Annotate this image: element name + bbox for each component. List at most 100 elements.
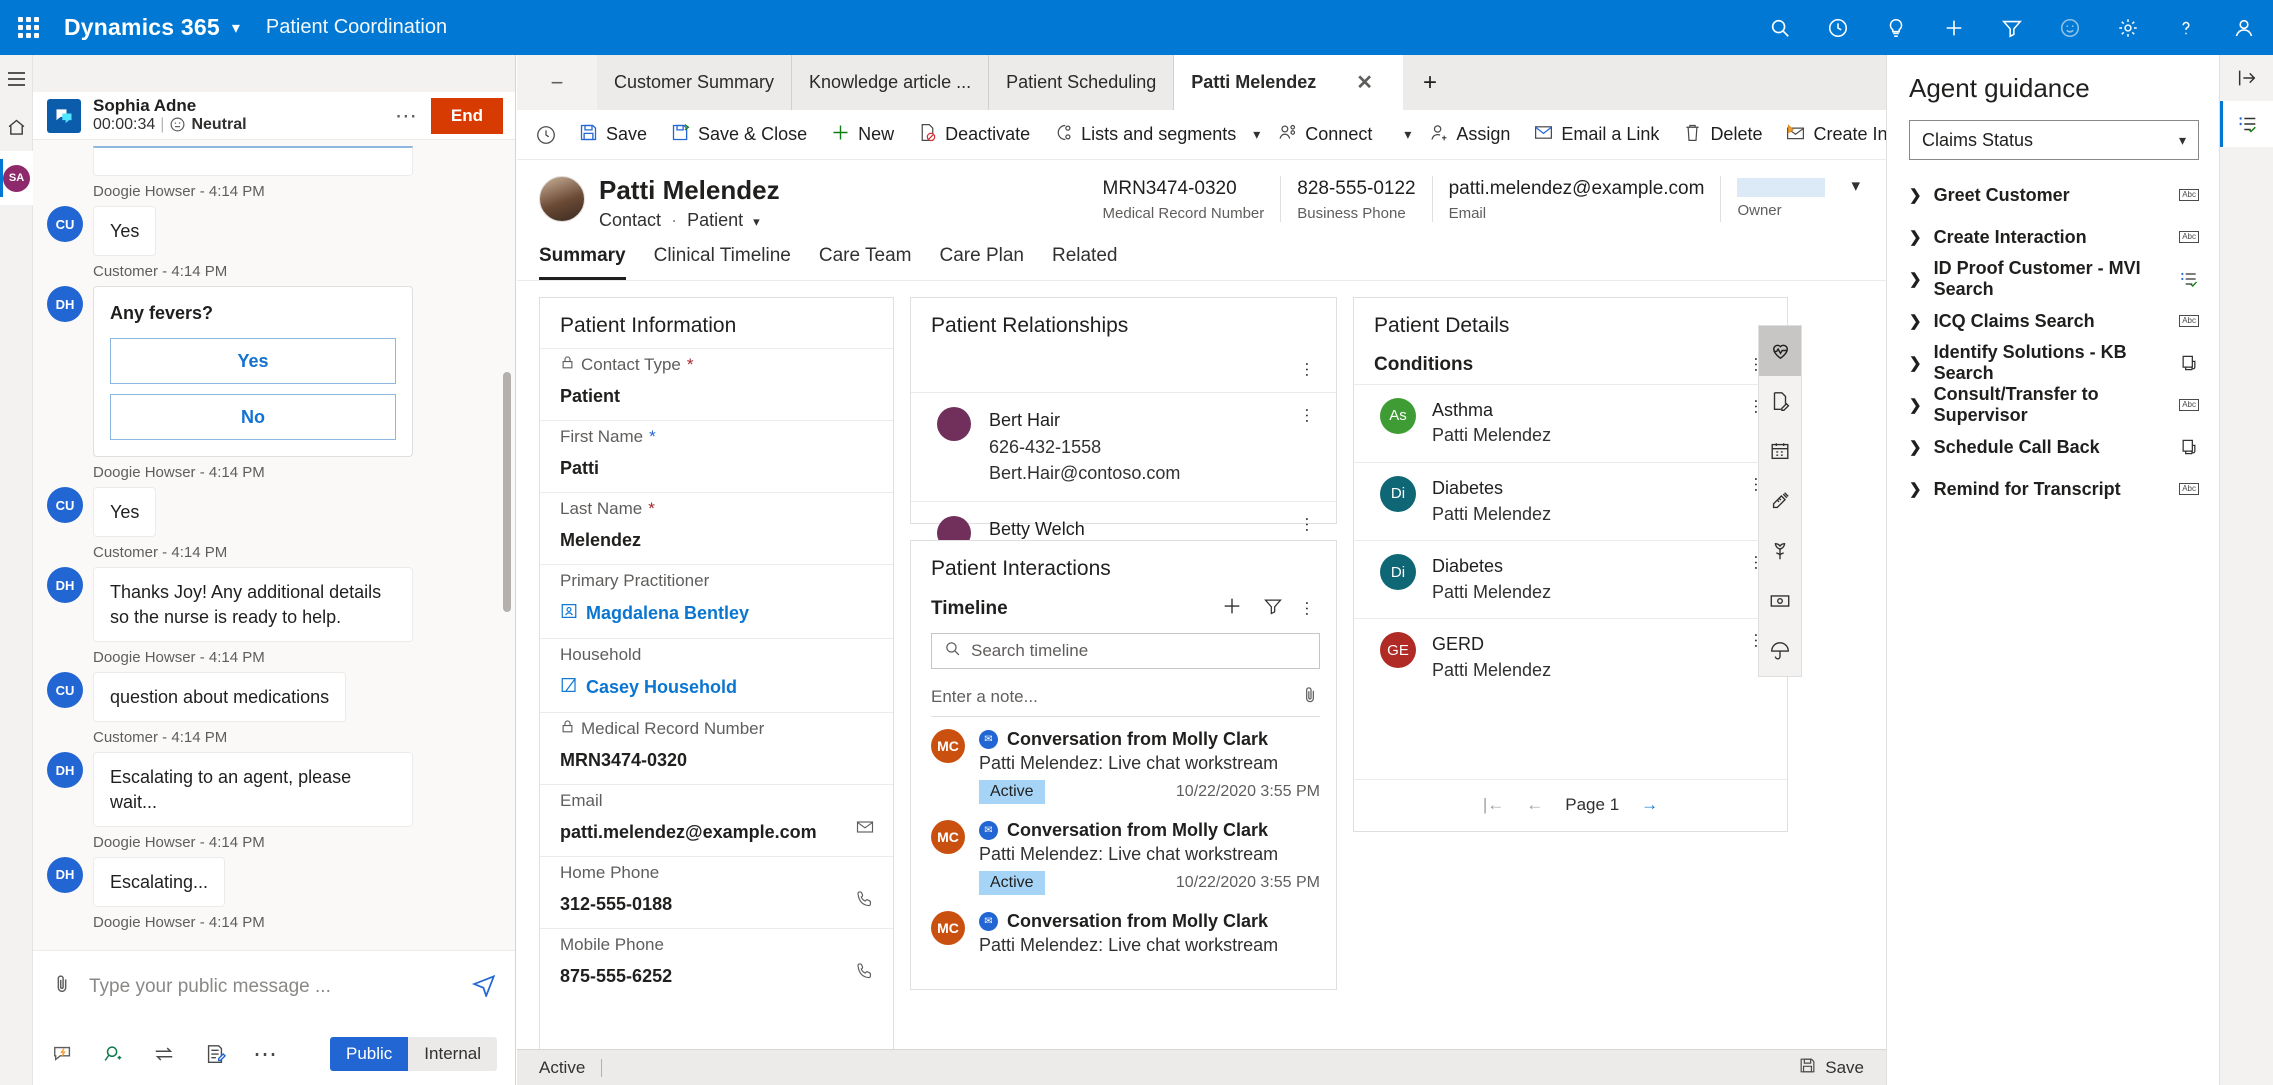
timeline-more-icon[interactable]: …	[1302, 600, 1321, 618]
assign-button[interactable]: Assign	[1418, 116, 1520, 154]
card-choice-yes[interactable]: Yes	[110, 337, 396, 384]
chevron-down-icon[interactable]: ▾	[232, 18, 240, 38]
field-value[interactable]: Patient	[560, 375, 873, 420]
filter-icon[interactable]	[1983, 0, 2041, 55]
tab-patient-scheduling[interactable]: Patient Scheduling	[989, 55, 1175, 110]
history-icon[interactable]	[1809, 0, 1867, 55]
chevron-down-icon[interactable]: ▾	[1249, 120, 1264, 149]
transfer-icon[interactable]	[151, 1043, 177, 1065]
refresh-timeline-icon[interactable]	[527, 118, 565, 152]
message-visibility-toggle[interactable]: Public Internal	[329, 1037, 497, 1071]
next-page-icon[interactable]: →	[1641, 795, 1658, 815]
app-launcher-waffle-icon[interactable]	[0, 17, 56, 38]
attachment-icon[interactable]	[51, 973, 73, 1001]
guidance-step-consult-transfer[interactable]: ❯ Consult/Transfer to Supervisor Abc	[1909, 384, 2199, 426]
expand-header-chevron-icon[interactable]: ▾	[1841, 176, 1868, 214]
site-map-hamburger-icon[interactable]	[0, 55, 33, 103]
conversation-more-icon[interactable]: ⋯	[395, 103, 419, 129]
tab-customer-summary[interactable]: Customer Summary	[597, 55, 793, 110]
home-icon[interactable]	[0, 103, 33, 151]
guidance-step-schedule-call-back[interactable]: ❯ Schedule Call Back	[1909, 426, 2199, 468]
calendar-icon[interactable]	[1759, 426, 1801, 476]
condition-row[interactable]: As Asthma Patti Melendez …	[1354, 383, 1787, 462]
previous-page-icon[interactable]: ←	[1526, 795, 1543, 815]
minimize-panel-icon[interactable]: −	[517, 55, 597, 110]
search-icon[interactable]	[1751, 0, 1809, 55]
form-tab-related[interactable]: Related	[1052, 245, 1118, 280]
field-value[interactable]: MRN3474-0320	[560, 739, 873, 784]
first-page-icon[interactable]: |←	[1483, 795, 1504, 815]
mode-internal[interactable]: Internal	[408, 1037, 497, 1071]
field-value[interactable]: Melendez	[560, 519, 873, 564]
lightbulb-icon[interactable]	[1867, 0, 1925, 55]
note-input[interactable]: Enter a note...	[931, 679, 1320, 717]
syringe-icon[interactable]	[1759, 476, 1801, 526]
relationships-more-icon[interactable]: …	[1302, 361, 1321, 379]
insurance-umbrella-icon[interactable]	[1759, 626, 1801, 676]
connect-button[interactable]: Connect	[1267, 116, 1382, 154]
tab-patti-melendez[interactable]: Patti Melendez ✕	[1174, 55, 1404, 110]
timeline-item[interactable]: MC ✉ Conversation from Molly Clark Patti…	[911, 717, 1336, 808]
expand-pane-icon[interactable]	[2220, 55, 2273, 101]
plus-icon[interactable]	[1925, 0, 1983, 55]
new-button[interactable]: New	[820, 116, 904, 154]
condition-row[interactable]: Di Diabetes Patti Melendez …	[1354, 461, 1787, 540]
timeline-item[interactable]: MC ✉ Conversation from Molly Clark Patti…	[911, 808, 1336, 899]
condition-row[interactable]: Di Diabetes Patti Melendez …	[1354, 540, 1787, 618]
add-timeline-record-icon[interactable]	[1221, 595, 1243, 623]
agent-scripts-icon[interactable]	[2220, 101, 2273, 147]
email-a-link-button[interactable]: Email a Link	[1523, 116, 1669, 154]
guidance-step-greet-customer[interactable]: ❯ Greet Customer Abc	[1909, 174, 2199, 216]
quick-reply-icon[interactable]	[51, 1043, 75, 1065]
send-icon[interactable]	[471, 971, 497, 1003]
session-template-select[interactable]: Claims Status ▾	[1909, 120, 2199, 160]
filter-icon[interactable]	[1263, 596, 1283, 622]
lists-and-segments-button[interactable]: Lists and segments	[1043, 116, 1246, 154]
end-conversation-button[interactable]: End	[430, 97, 503, 134]
form-tab-care-plan[interactable]: Care Plan	[939, 245, 1024, 280]
timeline-item[interactable]: MC ✉ Conversation from Molly Clark Patti…	[911, 899, 1336, 960]
heart-pulse-icon[interactable]	[1759, 325, 1801, 376]
save-button[interactable]: Save	[568, 116, 657, 154]
field-value[interactable]: patti.melendez@example.com	[560, 811, 873, 856]
condition-row[interactable]: GE GERD Patti Melendez …	[1354, 618, 1787, 696]
guidance-step-icq-claims-search[interactable]: ❯ ICQ Claims Search Abc	[1909, 300, 2199, 342]
more-options-icon[interactable]: ⋯	[253, 1040, 279, 1069]
document-edit-icon[interactable]	[1759, 376, 1801, 426]
guidance-step-create-interaction[interactable]: ❯ Create Interaction Abc	[1909, 216, 2199, 258]
delete-button[interactable]: Delete	[1672, 116, 1772, 154]
close-icon[interactable]: ✕	[1356, 70, 1373, 95]
notes-icon[interactable]	[203, 1043, 227, 1065]
gear-icon[interactable]	[2099, 0, 2157, 55]
guidance-step-id-proof-customer[interactable]: ❯ ID Proof Customer - MVI Search	[1909, 258, 2199, 300]
help-icon[interactable]	[2157, 0, 2215, 55]
chat-scrollbar[interactable]	[503, 372, 511, 612]
chevron-down-icon[interactable]: ▾	[1400, 120, 1415, 149]
user-account-icon[interactable]	[2215, 0, 2273, 55]
field-value[interactable]: Patti	[560, 447, 873, 492]
form-tab-care-team[interactable]: Care Team	[819, 245, 912, 280]
field-value[interactable]: 312-555-0188	[560, 883, 873, 928]
deactivate-button[interactable]: Deactivate	[907, 116, 1040, 154]
field-value[interactable]: Casey Household	[560, 665, 873, 712]
guidance-step-identify-solutions[interactable]: ❯ Identify Solutions - KB Search	[1909, 342, 2199, 384]
relationship-row-more-icon[interactable]: …	[1302, 407, 1321, 425]
phone-icon[interactable]	[855, 961, 875, 987]
relationship-row[interactable]: Bert Hair 626-432-1558 Bert.Hair@contoso…	[911, 391, 1336, 501]
status-save-button[interactable]: Save	[1798, 1056, 1864, 1080]
guidance-step-remind-transcript[interactable]: ❯ Remind for Transcript Abc	[1909, 468, 2199, 510]
payment-icon[interactable]	[1759, 576, 1801, 626]
search-customer-icon[interactable]	[101, 1043, 125, 1065]
field-value[interactable]: 875-555-6252	[560, 955, 873, 1000]
card-choice-no[interactable]: No	[110, 393, 396, 441]
add-tab-icon[interactable]: +	[1403, 55, 1457, 110]
tab-knowledge-article[interactable]: Knowledge article ...	[792, 55, 990, 110]
message-input[interactable]: Type your public message ...	[89, 976, 331, 998]
mode-public[interactable]: Public	[329, 1037, 409, 1071]
smiley-icon[interactable]	[2041, 0, 2099, 55]
allergy-icon[interactable]	[1759, 526, 1801, 576]
chevron-down-icon[interactable]: ▾	[753, 214, 760, 229]
relationship-row-more-icon[interactable]: …	[1302, 516, 1321, 534]
search-timeline-input[interactable]: Search timeline	[931, 632, 1320, 669]
form-tab-clinical-timeline[interactable]: Clinical Timeline	[654, 245, 791, 280]
